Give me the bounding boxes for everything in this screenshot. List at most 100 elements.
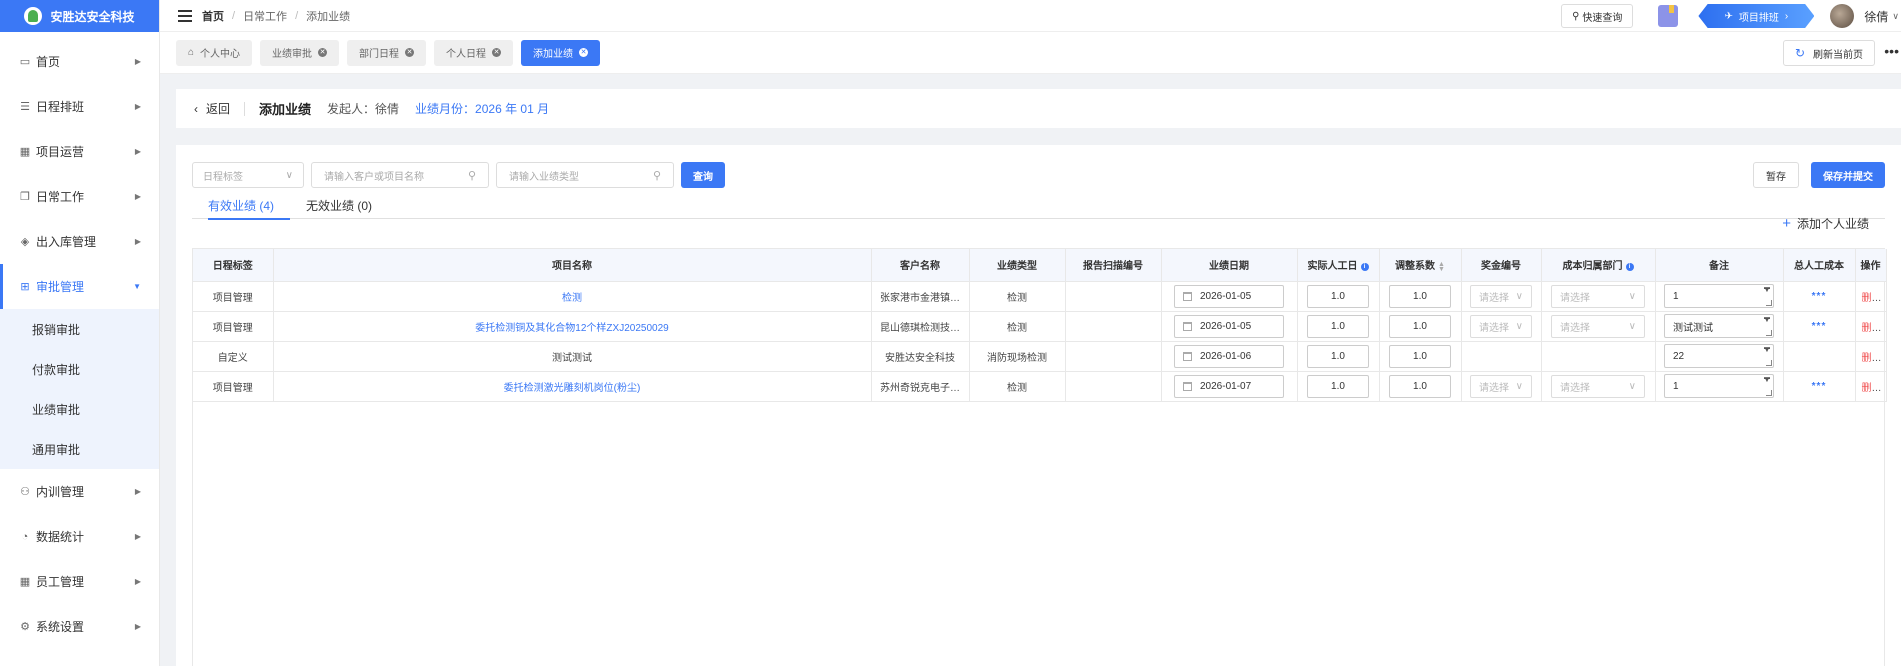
date-picker[interactable]: 2026-01-05 (1174, 284, 1284, 308)
delete-button[interactable]: 删除 (1862, 383, 1882, 394)
resize-handle-icon[interactable] (1766, 390, 1772, 396)
plus-icon: + (1782, 215, 1791, 232)
submenu-item-expense-approval[interactable]: 报销审批 (0, 309, 159, 349)
actual-days-input[interactable]: 1.0 (1307, 314, 1369, 338)
info-icon[interactable]: i (1360, 262, 1369, 271)
submenu-item-general-approval[interactable]: 通用审批 (0, 429, 159, 469)
close-icon[interactable]: ✕ (318, 48, 328, 57)
cell-operation: 删除 (1855, 281, 1887, 312)
cell-bonus-no: 请选择 ∨ (1461, 281, 1542, 312)
actual-days-input[interactable]: 1.0 (1307, 284, 1369, 308)
menu-toggle-icon[interactable] (178, 9, 192, 22)
username[interactable]: 徐倩 (1864, 8, 1888, 25)
tab-invalid-performance[interactable]: 无效业绩 (0) (290, 191, 388, 219)
delete-button[interactable]: 删除 (1862, 353, 1882, 364)
sidebar-item-schedule[interactable]: ☰ 日程排班 ▶ (0, 84, 159, 129)
save-draft-button[interactable]: 暂存 (1753, 162, 1799, 188)
coefficient-input[interactable]: 1.0 (1389, 284, 1451, 308)
coefficient-input[interactable]: 1.0 (1389, 314, 1451, 338)
avatar[interactable] (1830, 4, 1855, 28)
breadcrumb-home[interactable]: 首页 (202, 8, 224, 24)
sidebar-item-staff[interactable]: ▦ 员工管理 ▶ (0, 559, 159, 604)
bonus-no-select[interactable]: 请选择 ∨ (1470, 374, 1532, 398)
cell-operation: 删除 (1855, 341, 1887, 372)
col-header-report-no: 报告扫描编号 (1065, 249, 1162, 282)
sidebar-item-approval[interactable]: ⊞ 审批管理 ▼ (0, 264, 159, 309)
sort-icon[interactable]: ▲ ▼ (1438, 261, 1445, 273)
tab-personal-schedule[interactable]: 个人日程 ✕ (434, 39, 514, 66)
chevron-right-icon: ▶ (134, 237, 141, 246)
sidebar-item-training[interactable]: ⚇ 内训管理 ▶ (0, 469, 159, 514)
back-button[interactable]: ‹ 返回 (194, 100, 230, 117)
actual-days-input[interactable]: 1.0 (1307, 374, 1369, 398)
close-icon[interactable]: ✕ (492, 48, 502, 57)
chevron-down-icon[interactable]: ∨ (1892, 11, 1899, 22)
tab-personal-center[interactable]: ⌂ 个人中心 (176, 39, 253, 66)
tab-department-schedule[interactable]: 部门日程 ✕ (347, 39, 427, 66)
save-submit-button[interactable]: 保存并提交 (1811, 162, 1885, 188)
note-textarea[interactable]: 1 ▬ ▼ (1664, 284, 1774, 308)
add-personal-performance-button[interactable]: + 添加个人业绩 (1782, 215, 1869, 232)
sidebar-item-daily-work[interactable]: ❐ 日常工作 ▶ (0, 174, 159, 219)
quick-search-button[interactable]: ⚲ 快速查询 (1561, 4, 1634, 28)
bookmark-book-icon[interactable] (1658, 5, 1679, 27)
delete-button[interactable]: 删除 (1862, 293, 1882, 304)
cell-customer: 昆山德琪检测技… (871, 311, 970, 342)
project-schedule-button[interactable]: ✈ 项目排班 › (1698, 4, 1815, 28)
date-value: 2026-01-07 (1200, 380, 1252, 392)
note-textarea[interactable]: 测试测试 ▬ ▼ (1664, 314, 1774, 338)
sidebar-item-statistics[interactable]: ◔ 数据统计 ▶ (0, 514, 159, 559)
tab-valid-performance[interactable]: 有效业绩 (4) (192, 191, 291, 220)
cell-project-link[interactable]: 检测 (273, 281, 872, 312)
sidebar-item-settings[interactable]: ⚙ 系统设置 ▶ (0, 604, 159, 649)
info-icon[interactable]: i (1625, 262, 1634, 271)
cost-department-select[interactable]: 请选择 ∨ (1551, 314, 1645, 338)
sidebar-item-inventory[interactable]: ◈ 出入库管理 ▶ (0, 219, 159, 264)
date-picker[interactable]: 2026-01-05 (1174, 314, 1284, 338)
customer-project-search-input[interactable]: 请输入客户或项目名称 ⚲ (311, 162, 489, 188)
sidebar-item-label: 日常工作 (36, 190, 85, 204)
chevron-down-icon: ∨ (1515, 290, 1523, 302)
query-button[interactable]: 查询 (681, 162, 725, 188)
actual-days-input[interactable]: 1.0 (1307, 344, 1369, 368)
cost-department-select[interactable]: 请选择 ∨ (1551, 374, 1645, 398)
resize-handle-icon[interactable] (1766, 360, 1772, 366)
breadcrumb: 首页 / 日常工作 / 添加业绩 (202, 8, 350, 24)
bonus-no-select[interactable]: 请选择 ∨ (1470, 314, 1532, 338)
masked-cost[interactable]: *** (1812, 291, 1827, 302)
coefficient-input[interactable]: 1.0 (1389, 374, 1451, 398)
performance-type-search-input[interactable]: 请输入业绩类型 ⚲ (496, 162, 674, 188)
col-header-coefficient[interactable]: 调整系数 ▲ ▼ (1379, 249, 1462, 282)
tab-performance-approval[interactable]: 业绩审批 ✕ (260, 39, 340, 66)
note-textarea[interactable]: 1 ▬ ▼ (1664, 374, 1774, 398)
coefficient-input[interactable]: 1.0 (1389, 344, 1451, 368)
page-title: 添加业绩 (259, 102, 312, 117)
input-placeholder: 请输入业绩类型 (509, 171, 579, 183)
sidebar-item-project-ops[interactable]: ▦ 项目运营 ▶ (0, 129, 159, 174)
col-header-date: 业绩日期 (1161, 249, 1298, 282)
note-textarea[interactable]: 22 ▬ ▼ (1664, 344, 1774, 368)
bonus-no-select[interactable]: 请选择 ∨ (1470, 284, 1532, 308)
cell-project-link[interactable]: 委托检测激光雕刻机岗位(粉尘) (273, 371, 872, 402)
delete-button[interactable]: 删除 (1862, 323, 1882, 334)
more-options-icon[interactable]: ••• (1884, 44, 1899, 58)
cost-department-select[interactable]: 请选择 ∨ (1551, 284, 1645, 308)
sidebar-item-home[interactable]: ▭ 首页 ▶ (0, 39, 159, 84)
tab-add-performance[interactable]: 添加业绩 ✕ (521, 39, 601, 66)
close-icon[interactable]: ✕ (405, 48, 415, 57)
masked-cost[interactable]: *** (1812, 321, 1827, 332)
grid-icon: ▦ (19, 146, 31, 158)
cell-project-link[interactable]: 委托检测铜及其化合物12个样ZXJ20250029 (273, 311, 872, 342)
close-icon[interactable]: ✕ (579, 48, 589, 57)
masked-cost[interactable]: *** (1812, 381, 1827, 392)
schedule-tag-select[interactable]: 日程标签 ∨ (192, 162, 304, 188)
submenu-item-payment-approval[interactable]: 付款审批 (0, 349, 159, 389)
logo[interactable]: 安胜达安全科技 (0, 0, 159, 32)
resize-handle-icon[interactable] (1766, 330, 1772, 336)
submenu-item-performance-approval[interactable]: 业绩审批 (0, 389, 159, 429)
refresh-page-button[interactable]: ↻ 刷新当前页 (1783, 40, 1875, 66)
date-picker[interactable]: 2026-01-07 (1174, 374, 1284, 398)
breadcrumb-daily-work[interactable]: 日常工作 (243, 8, 287, 24)
date-picker[interactable]: 2026-01-06 (1174, 344, 1284, 368)
resize-handle-icon[interactable] (1766, 300, 1772, 306)
